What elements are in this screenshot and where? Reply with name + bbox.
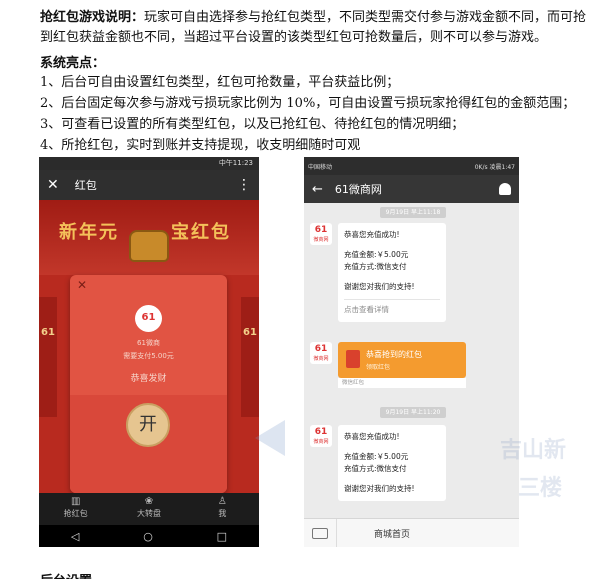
wheel-icon: ❀	[144, 496, 154, 507]
tab-label: 抢红包	[63, 509, 88, 518]
status-bar: 中午11:23	[39, 157, 259, 170]
bottom-tab-bar: ▥ 抢红包 ❀ 大转盘 ♙ 我	[39, 493, 259, 525]
sender-name: 61微商	[137, 339, 160, 347]
message-line: 恭喜您充值成功!	[344, 230, 400, 239]
chat-phone-screenshot: 中国移动 0K/s 凌晨1:47 ← 61微商网 9月19日 早上11:18 6…	[304, 157, 519, 547]
open-button[interactable]: 开	[126, 403, 170, 447]
feature-item-3: 3、可查看已设置的所有类型红包，以及已抢红包、待抢红包的情况明细；	[40, 117, 465, 132]
view-details-link[interactable]: 点击查看详情	[344, 299, 440, 316]
status-bar: 中国移动 0K/s 凌晨1:47	[304, 157, 519, 175]
app-header: ✕ 红包 ⋮	[39, 170, 259, 200]
festive-banner: 新年元 宝红包	[39, 200, 259, 275]
hongbao-title: 恭喜抢到的红包	[366, 350, 422, 359]
back-arrow-icon[interactable]: ←	[312, 182, 323, 197]
person-icon: ♙	[217, 496, 227, 507]
tab-me[interactable]: ♙ 我	[186, 493, 259, 525]
status-time: 0K/s 凌晨1:47	[474, 163, 515, 171]
message-line: 充值金额:￥5.00元	[344, 452, 409, 461]
back-icon[interactable]: ◁	[71, 530, 79, 543]
intro-paragraph: 抢红包游戏说明：玩家可自由选择参与抢红包类型，不同类型需交付参与游戏金额不同，而…	[40, 8, 595, 48]
avatar: 61 微商网	[310, 425, 332, 447]
intro-label: 抢红包游戏说明：	[40, 10, 145, 25]
chat-title: 61微商网	[334, 183, 382, 196]
banner-text-right: 宝红包	[171, 222, 231, 243]
hongbao-sub: 领取红包	[366, 364, 391, 371]
side-decoration-right: 61	[241, 297, 259, 417]
timestamp: 9月19日 早上11:18	[380, 207, 446, 218]
message-line: 谢谢您对我们的支持!	[344, 484, 415, 493]
profile-icon[interactable]	[499, 183, 511, 195]
logo: 61	[135, 305, 162, 332]
message-line: 充值方式:微信支付	[344, 464, 407, 473]
message-line: 充值方式:微信支付	[344, 262, 407, 271]
close-icon[interactable]: ✕	[47, 177, 59, 193]
watermark-arrow	[255, 420, 285, 456]
features-title: 系统亮点：	[40, 56, 106, 71]
footer-divider	[336, 519, 337, 547]
keyboard-icon[interactable]	[312, 528, 328, 539]
android-nav-bar: ◁ ○ □	[39, 525, 259, 547]
timestamp: 9月19日 早上11:20	[380, 407, 446, 418]
message-line: 谢谢您对我们的支持!	[344, 282, 415, 291]
side-decoration-left: 61	[39, 297, 57, 417]
chat-footer: 商城首页	[304, 518, 519, 547]
hongbao-icon: ▥	[70, 496, 81, 507]
avatar: 61 微商网	[310, 223, 332, 245]
feature-item-4: 4、所抢红包，实时到账并支持提现，收支明细随时可观	[40, 138, 361, 153]
tab-grab-hongbao[interactable]: ▥ 抢红包	[39, 493, 112, 525]
recharge-message[interactable]: 恭喜您充值成功! 充值金额:￥5.00元 充值方式:微信支付 谢谢您对我们的支持…	[338, 425, 446, 501]
close-icon[interactable]: ✕	[77, 278, 87, 292]
side-number-left: 61	[41, 327, 55, 338]
page-title: 红包	[74, 179, 97, 192]
next-section-title: 后台设置	[40, 570, 92, 579]
red-envelope-icon	[346, 350, 360, 368]
message-line: 充值金额:￥5.00元	[344, 250, 409, 259]
more-icon[interactable]: ⋮	[237, 177, 251, 193]
carrier-text: 中国移动	[308, 163, 333, 171]
banner-text-left: 新年元	[59, 222, 119, 243]
recents-icon[interactable]: □	[217, 530, 227, 543]
side-number-right: 61	[243, 327, 257, 338]
watermark-text: 三楼	[518, 476, 563, 501]
feature-item-2: 2、后台固定每次参与游戏亏损玩家比例为 10%，可自由设置亏损玩家抢得红包的金额…	[40, 96, 576, 111]
tab-wheel[interactable]: ❀ 大转盘	[112, 493, 185, 525]
home-icon[interactable]: ○	[143, 530, 153, 543]
message-line: 恭喜您充值成功!	[344, 432, 400, 441]
recharge-message[interactable]: 恭喜您充值成功! 充值金额:￥5.00元 充值方式:微信支付 谢谢您对我们的支持…	[338, 223, 446, 322]
watermark-text: 吉山新	[500, 438, 567, 463]
feature-item-1: 1、后台可自由设置红包类型，红包可抢数量，平台获益比例；	[40, 75, 400, 90]
tab-label: 我	[218, 509, 227, 518]
red-envelope-card: ✕ 61 61微商 需要支付5.00元 恭喜发财 开	[70, 275, 227, 493]
greeting: 恭喜发财	[130, 374, 167, 384]
document-page: 抢红包游戏说明：玩家可自由选择参与抢红包类型，不同类型需交付参与游戏金额不同，而…	[0, 0, 602, 579]
pay-amount: 需要支付5.00元	[123, 352, 174, 360]
hongbao-phone-screenshot: 中午11:23 ✕ 红包 ⋮ 新年元 宝红包 61 61 ✕ 61 61微商 需…	[39, 157, 259, 547]
treasure-chest-icon	[131, 232, 167, 260]
tab-label: 大转盘	[136, 509, 161, 518]
chat-header: ← 61微商网	[304, 175, 519, 203]
hongbao-message[interactable]: 恭喜抢到的红包 领取红包	[338, 342, 466, 378]
hongbao-footer: 微信红包	[338, 378, 466, 388]
menu-mall-home[interactable]: 商城首页	[374, 527, 410, 540]
avatar: 61 微商网	[310, 342, 332, 364]
